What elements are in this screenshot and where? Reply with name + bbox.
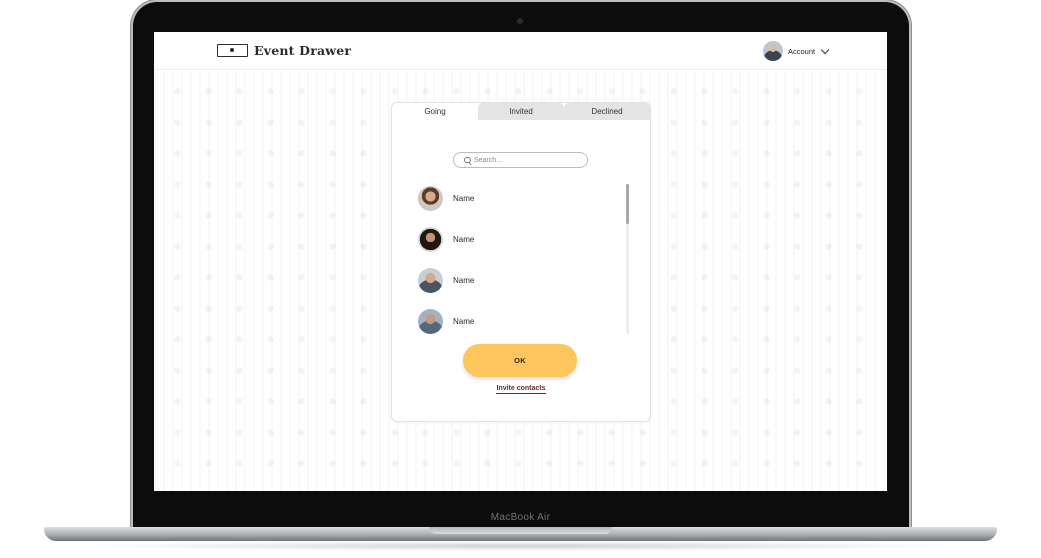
laptop-shadow <box>70 541 970 551</box>
person-name: Name <box>453 316 475 326</box>
list-item[interactable]: Name <box>418 185 474 211</box>
avatar <box>418 308 443 334</box>
chevron-down-icon[interactable] <box>820 45 830 54</box>
person-name: Name <box>453 234 475 244</box>
logo-icon[interactable] <box>217 44 248 57</box>
invite-contacts-link[interactable]: Invite contacts <box>392 385 650 394</box>
ok-button[interactable]: OK <box>463 344 577 377</box>
top-bar: Event Drawer Account <box>154 32 887 70</box>
avatar <box>418 267 443 293</box>
tab-bar: Going Invited Declined <box>392 103 650 120</box>
brand-name[interactable]: Event Drawer <box>254 43 351 58</box>
model-label: MacBook Air <box>490 512 551 523</box>
tab-declined[interactable]: Declined <box>564 103 650 120</box>
attendee-list: Name Name Name Name <box>418 185 618 335</box>
list-item[interactable]: Name <box>418 226 474 252</box>
avatar <box>418 185 443 211</box>
list-item[interactable]: Name <box>418 267 474 293</box>
laptop-notch <box>429 527 612 534</box>
tab-going[interactable]: Going <box>392 103 478 120</box>
search-input[interactable]: Search... <box>453 152 588 168</box>
account-avatar[interactable] <box>763 41 783 61</box>
screen: Event Drawer Account Going Invited Decli… <box>154 32 887 491</box>
camera-icon <box>517 18 523 24</box>
avatar <box>418 226 443 252</box>
scrollbar-thumb[interactable] <box>626 184 629 224</box>
account-label[interactable]: Account <box>788 47 815 56</box>
list-item[interactable]: Name <box>418 308 474 334</box>
attendee-dialog: Going Invited Declined Search... Name Na… <box>392 103 650 421</box>
invite-contacts-label[interactable]: Invite contacts <box>496 385 546 394</box>
search-placeholder: Search... <box>474 156 503 164</box>
search-icon <box>464 156 471 164</box>
account-menu[interactable]: Account <box>763 41 830 61</box>
tab-invited[interactable]: Invited <box>478 103 564 120</box>
person-name: Name <box>453 275 475 285</box>
person-name: Name <box>453 193 475 203</box>
